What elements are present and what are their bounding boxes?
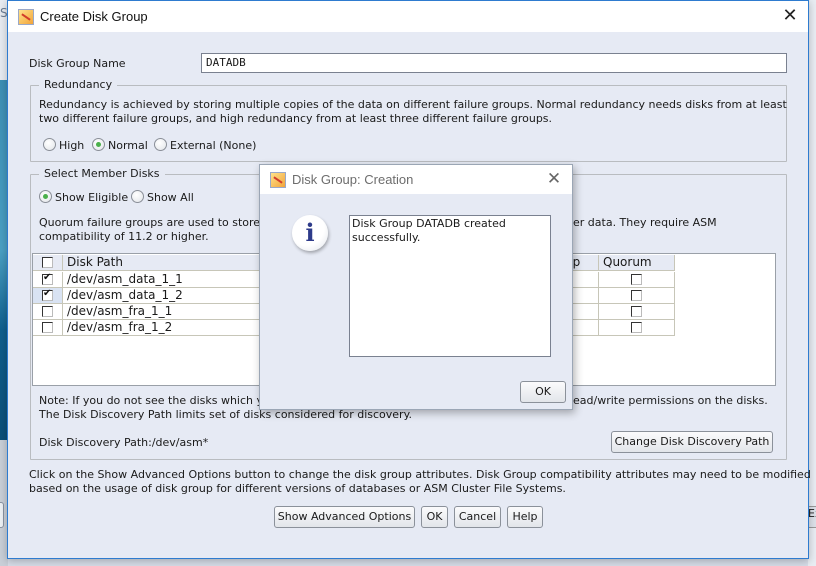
redundancy-description-line2: two different failure groups, and high r…: [39, 112, 553, 125]
show-advanced-options-button[interactable]: Show Advanced Options: [274, 506, 415, 528]
cancel-button[interactable]: Cancel: [454, 506, 501, 528]
note-line1-right: ead/write permissions on the disks.: [573, 394, 768, 407]
close-icon[interactable]: ✕: [780, 6, 800, 26]
quorum-text-line1-left: Quorum failure groups are used to store: [39, 216, 261, 229]
creation-info-dialog: Disk Group: Creation ✕ i Disk Group DATA…: [259, 164, 573, 410]
oracle-app-icon: [18, 8, 34, 25]
radio-normal[interactable]: Normal: [92, 138, 148, 152]
message-text: Disk Group DATADB created successfully.: [349, 215, 551, 357]
radio-normal-button[interactable]: [92, 138, 105, 151]
background-app-right: [808, 0, 816, 566]
radio-show-eligible-button[interactable]: [39, 190, 52, 203]
radio-external-label: External (None): [170, 139, 257, 152]
window-title: Create Disk Group: [40, 9, 148, 24]
change-discovery-path-button[interactable]: Change Disk Discovery Path: [611, 431, 773, 453]
advanced-note-line1: Click on the Show Advanced Options butto…: [29, 468, 811, 481]
radio-high-button[interactable]: [43, 138, 56, 151]
radio-show-eligible-label: Show Eligible: [55, 191, 129, 204]
header-quorum[interactable]: Quorum: [599, 255, 675, 271]
disk-group-name-input[interactable]: DATADB: [201, 53, 787, 73]
title-bar: Create Disk Group ✕: [8, 1, 808, 32]
note-line1-left: Note: If you do not see the disks which …: [39, 394, 270, 407]
radio-external[interactable]: External (None): [154, 138, 256, 152]
radio-normal-label: Normal: [108, 139, 148, 152]
header-select-all[interactable]: [33, 255, 63, 271]
radio-show-all-button[interactable]: [131, 190, 144, 203]
member-disks-title: Select Member Disks: [39, 167, 165, 180]
quorum-checkbox[interactable]: [631, 306, 642, 317]
modal-ok-button[interactable]: OK: [520, 381, 566, 403]
radio-external-button[interactable]: [154, 138, 167, 151]
row-checkbox[interactable]: [42, 272, 53, 285]
background-app-button: [0, 502, 4, 528]
radio-high-label: High: [59, 139, 85, 152]
disk-group-name-label: Disk Group Name: [29, 57, 126, 70]
info-icon: i: [292, 215, 328, 251]
oracle-app-icon: [270, 171, 286, 188]
quorum-text-line1-right: er data. They require ASM: [573, 216, 717, 229]
radio-show-all-label: Show All: [147, 191, 194, 204]
advanced-note-line2: based on the usage of disk group for dif…: [29, 482, 566, 495]
quorum-checkbox[interactable]: [631, 274, 642, 285]
close-icon[interactable]: ✕: [544, 169, 564, 189]
quorum-checkbox[interactable]: [631, 290, 642, 301]
row-checkbox[interactable]: [42, 322, 53, 333]
row-checkbox[interactable]: [42, 306, 53, 317]
modal-title: Disk Group: Creation: [292, 172, 414, 187]
ok-button[interactable]: OK: [421, 506, 448, 528]
row-checkbox[interactable]: [42, 288, 53, 301]
help-button[interactable]: Help: [507, 506, 543, 528]
discovery-path-label: Disk Discovery Path:/dev/asm*: [39, 436, 209, 449]
modal-title-bar: Disk Group: Creation ✕: [260, 165, 572, 194]
radio-high[interactable]: High: [43, 138, 84, 152]
redundancy-description-line1: Redundancy is achieved by storing multip…: [39, 98, 787, 111]
quorum-text-line2: compatibility of 11.2 or higher.: [39, 230, 209, 243]
background-app-button-right: Ex: [808, 506, 816, 528]
redundancy-group: Redundancy Redundancy is achieved by sto…: [30, 78, 787, 162]
radio-show-all[interactable]: Show All: [131, 190, 194, 204]
radio-show-eligible[interactable]: Show Eligible: [39, 190, 128, 204]
quorum-checkbox[interactable]: [631, 322, 642, 333]
redundancy-title: Redundancy: [39, 78, 118, 91]
select-all-checkbox[interactable]: [42, 257, 53, 268]
